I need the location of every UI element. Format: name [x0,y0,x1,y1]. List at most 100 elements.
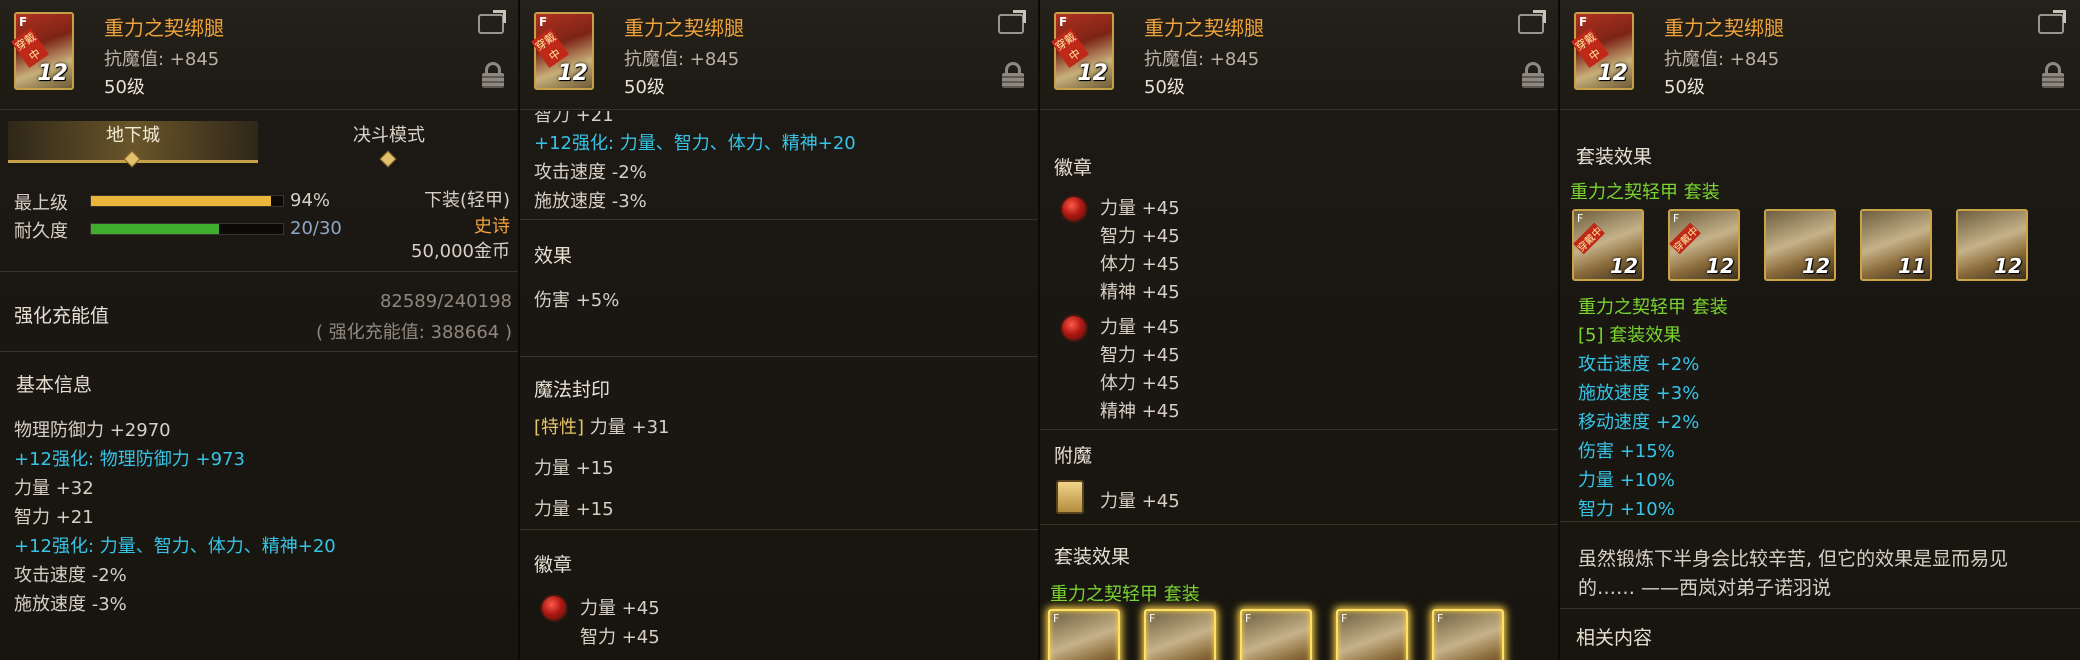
stat-line: 力量 +32 [14,478,94,499]
stat-line: +12强化: 物理防御力 +973 [14,449,245,470]
emblem-line: 力量 +45 [1100,317,1180,338]
reinforce-level: 12 [1077,61,1108,86]
emblem-title: 徽章 [534,554,573,576]
set-item-icon[interactable]: F [1240,609,1312,660]
item-tooltip-panel-4: F 穿戴中 12 重力之契绑腿 抗魔值: +845 50级 套装效果 重力之契轻… [1560,0,2080,660]
set-count: [5] 套装效果 [1578,325,1682,346]
tab-dungeon-label: 地下城 [106,125,160,146]
set-item-icon[interactable]: F [1144,609,1216,660]
durability-value: 20/30 [290,218,342,239]
effect-line: 伤害 +5% [534,290,620,311]
flavor-text-line-1: 虽然锻炼下半身会比较辛苦, 但它的效果是显而易见 [1578,548,2009,570]
item-level: 50级 [624,77,665,98]
set-effect-line: 智力 +10% [1578,499,1675,520]
set-name: 重力之契轻甲 套装 [1050,584,1200,605]
share-icon[interactable] [2038,14,2064,34]
seal-title: 魔法封印 [534,379,611,401]
emblem-line: 智力 +45 [580,627,660,648]
set-effect-line: 力量 +10% [1578,470,1675,491]
charge-total: ( 强化充能值: 388664 ) [316,322,512,343]
grade-bar [90,195,284,207]
reinforce-level: 12 [557,61,588,86]
red-emblem-icon [1060,195,1088,223]
seal-line: [特性] 力量 +31 [534,413,670,439]
stat-line: 施放速度 -3% [534,191,647,212]
durability-bar [90,223,284,235]
set-effect-line: 攻击速度 +2% [1578,354,1700,375]
divider [1560,608,2080,609]
set-name-secondary: 重力之契轻甲 套装 [1578,297,1728,318]
item-tooltip-panel-2: F 穿戴中 12 重力之契绑腿 抗魔值: +845 50级 智力 +21 +12… [520,0,1040,660]
set-effect-title: 套装效果 [1576,146,1653,168]
item-header: F 穿戴中 12 重力之契绑腿 抗魔值: +845 50级 [520,0,1038,110]
set-item-icon[interactable]: 12 [1764,209,1836,281]
item-magic-resist: 抗魔值: +845 [624,49,740,70]
divider [520,529,1038,530]
share-icon[interactable] [478,14,504,34]
seal-line: 力量 +15 [534,499,614,520]
grade-bar-fill [91,196,272,206]
enchant-line: 力量 +45 [1100,491,1180,512]
item-price: 50,000金币 [411,241,510,262]
emblem-line: 力量 +45 [580,598,660,619]
item-icon: F 穿戴中 12 [530,12,594,90]
seal-line: 力量 +15 [534,458,614,479]
red-emblem-icon [540,594,568,622]
stat-line: +12强化: 力量、智力、体力、精神+20 [14,536,336,557]
durability-label: 耐久度 [14,221,68,242]
charge-label: 强化充能值 [14,305,110,327]
emblem-line: 智力 +45 [1100,345,1180,366]
set-item-icon[interactable]: 11 [1860,209,1932,281]
set-effect-line: 移动速度 +2% [1578,412,1700,433]
lock-icon[interactable] [2042,62,2064,88]
effect-title: 效果 [534,245,573,267]
item-header: F 穿戴中 12 重力之契绑腿 抗魔值: +845 50级 [0,0,518,110]
lock-icon[interactable] [482,62,504,88]
lock-icon[interactable] [1002,62,1024,88]
divider [0,271,518,272]
flavor-text-line-2: 的…… ——西岚对弟子诺羽说 [1578,577,1832,599]
enchant-card-icon [1056,480,1084,514]
item-header: F 穿戴中 12 重力之契绑腿 抗魔值: +845 50级 [1040,0,1558,110]
stat-line: 智力 +21 [14,507,94,528]
divider [520,219,1038,220]
charge-value: 82589/240198 [379,291,512,312]
mode-tabs: 地下城 决斗模式 [8,121,514,168]
set-name: 重力之契轻甲 套装 [1570,182,1720,203]
set-item-icon[interactable]: F 穿戴中 12 [1668,209,1740,281]
stat-line: 施放速度 -3% [14,594,127,615]
set-item-icon[interactable]: F 穿戴中 12 [1572,209,1644,281]
emblem-title: 徽章 [1054,157,1093,179]
share-icon[interactable] [1518,14,1544,34]
set-effect-title: 套装效果 [1054,546,1131,568]
set-item-icon[interactable]: 12 [1956,209,2028,281]
divider [1040,524,1558,525]
item-magic-resist: 抗魔值: +845 [1144,49,1260,70]
set-item-icon[interactable]: F [1432,609,1504,660]
reinforce-level: 12 [1597,61,1628,86]
item-magic-resist: 抗魔值: +845 [1664,49,1780,70]
item-magic-resist: 抗魔值: +845 [104,49,220,70]
tab-dungeon[interactable]: 地下城 [8,121,258,168]
grade-percent: 94% [290,190,331,211]
item-name: 重力之契绑腿 [624,16,744,40]
tooltip-strip: F 穿戴中 12 重力之契绑腿 抗魔值: +845 50级 地下城 决斗模式 最… [0,0,2080,660]
item-header: F 穿戴中 12 重力之契绑腿 抗魔值: +845 50级 [1560,0,2080,110]
emblem-line: 体力 +45 [1100,373,1180,394]
emblem-line: 精神 +45 [1100,401,1180,422]
lock-icon[interactable] [1522,62,1544,88]
stat-line: 物理防御力 +2970 [14,420,171,441]
emblem-line: 力量 +45 [1100,198,1180,219]
emblem-line: 智力 +45 [1100,226,1180,247]
red-emblem-icon [1060,314,1088,342]
emblem-line: 精神 +45 [1100,282,1180,303]
tab-duel[interactable]: 决斗模式 [264,121,514,168]
share-icon[interactable] [998,14,1024,34]
item-grade-letter: F [19,15,28,29]
divider [1560,521,2080,522]
set-item-icon[interactable]: F [1336,609,1408,660]
durability-bar-fill [91,224,220,234]
diamond-icon [123,150,141,168]
set-item-icon[interactable]: F [1048,609,1120,660]
set-effect-line: 施放速度 +3% [1578,383,1700,404]
